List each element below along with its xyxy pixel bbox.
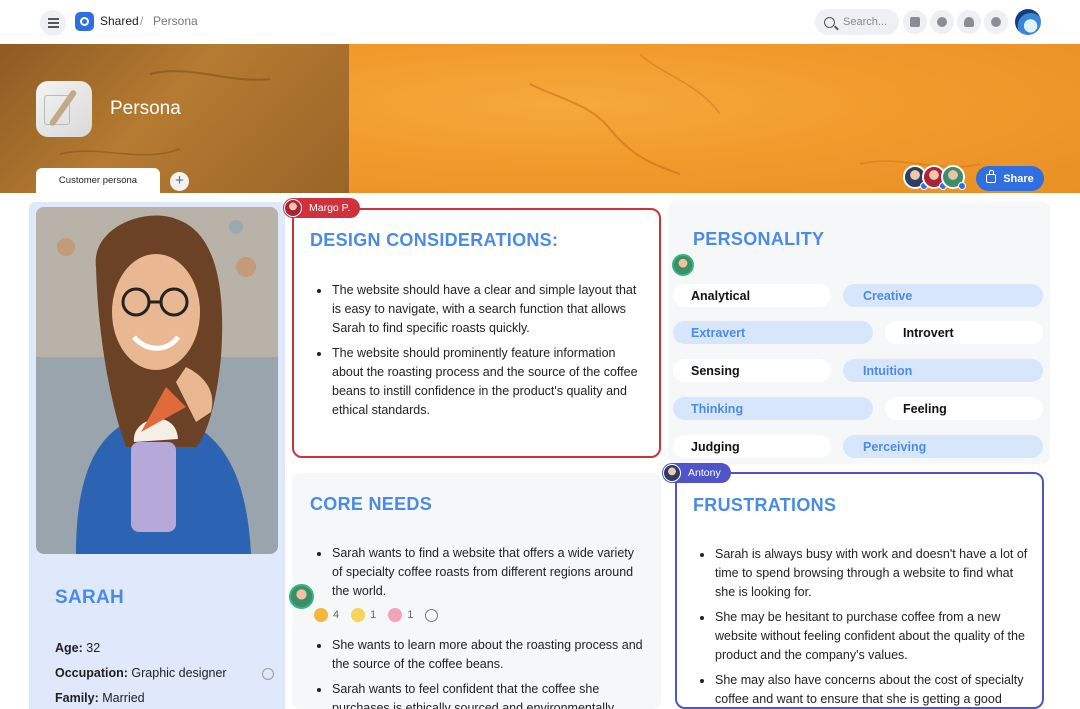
- list-item: The website should prominently feature i…: [314, 344, 644, 420]
- comment-icon[interactable]: [262, 668, 274, 680]
- occupation-field: Occupation: Graphic designer: [55, 666, 227, 680]
- list-item: Sarah wants to feel confident that the c…: [314, 680, 644, 709]
- add-reaction-icon[interactable]: [425, 608, 439, 622]
- top-bar: Shared / Persona Search...: [0, 0, 1080, 44]
- collaborator-avatar: [289, 584, 314, 609]
- age-label: Age:: [55, 641, 83, 655]
- trait-introvert[interactable]: Introvert: [885, 321, 1043, 344]
- trait-sensing[interactable]: Sensing: [673, 359, 831, 382]
- bell-icon[interactable]: [957, 10, 981, 34]
- flower-icon: [388, 608, 403, 622]
- reaction-count: 1: [370, 609, 377, 621]
- persona-thumbnail: [36, 81, 92, 137]
- reaction-thumbs-up[interactable]: 4: [314, 608, 339, 622]
- cover-banner: Persona Customer persona + Share: [0, 44, 1080, 193]
- menu-icon[interactable]: [40, 10, 66, 36]
- search-input[interactable]: Search...: [815, 9, 899, 35]
- trait-feeling[interactable]: Feeling: [885, 397, 1043, 420]
- search-placeholder: Search...: [843, 16, 888, 28]
- age-value: 32: [86, 641, 101, 655]
- reaction-count: 1: [407, 609, 414, 621]
- search-icon: [824, 16, 835, 28]
- cursor-user-name: Antony: [688, 467, 721, 479]
- trait-intuition[interactable]: Intuition: [843, 359, 1043, 382]
- list-item: She may be hesitant to purchase coffee f…: [697, 608, 1032, 665]
- design-considerations-list: The website should have a clear and simp…: [314, 281, 644, 426]
- occupation-value: Graphic designer: [131, 666, 227, 680]
- family-label: Family:: [55, 691, 99, 705]
- collaborator-avatar[interactable]: [941, 165, 966, 190]
- cursor-user-name: Margo P.: [309, 202, 351, 214]
- age-field: Age: 32: [55, 641, 100, 655]
- frustrations-title: FRUSTRATIONS: [693, 495, 837, 515]
- user-avatar[interactable]: [1015, 9, 1041, 35]
- reaction-sparkles[interactable]: 1: [351, 608, 376, 622]
- reactions-bar: 4 1 1: [314, 608, 439, 622]
- tab-customer-persona[interactable]: Customer persona: [36, 168, 160, 193]
- thumbs-up-icon: [314, 608, 328, 622]
- share-label: Share: [1003, 172, 1034, 185]
- family-value: Married: [102, 691, 145, 705]
- breadcrumb-separator: /: [140, 14, 144, 28]
- workspace-logo-icon[interactable]: [75, 12, 94, 31]
- list-item: The website should have a clear and simp…: [314, 281, 644, 338]
- design-considerations-card[interactable]: DESIGN CONSIDERATIONS: The website shoul…: [292, 208, 661, 458]
- list-item: She may also have concerns about the cos…: [697, 671, 1032, 709]
- occupation-label: Occupation:: [55, 666, 128, 680]
- trait-creative[interactable]: Creative: [843, 284, 1043, 307]
- avatar: [663, 464, 681, 482]
- list-item: Sarah wants to find a website that offer…: [314, 544, 644, 601]
- check-circle-icon[interactable]: [930, 10, 954, 34]
- frustrations-list: Sarah is always busy with work and doesn…: [697, 545, 1032, 709]
- share-button[interactable]: Share: [976, 166, 1044, 191]
- trait-analytical[interactable]: Analytical: [673, 284, 831, 307]
- avatar: [284, 199, 302, 217]
- list-item: She wants to learn more about the roasti…: [314, 636, 644, 674]
- frustrations-card[interactable]: FRUSTRATIONS Sarah is always busy with w…: [675, 472, 1044, 709]
- breadcrumb-workspace[interactable]: Shared: [100, 14, 139, 28]
- reaction-flower[interactable]: 1: [388, 608, 413, 622]
- personality-title: PERSONALITY: [693, 229, 825, 249]
- page-title: Persona: [110, 98, 181, 119]
- sparkles-icon: [351, 608, 366, 622]
- persona-photo: [36, 207, 278, 554]
- family-field: Family: Married: [55, 691, 145, 705]
- collaborator-avatar: [672, 254, 694, 276]
- help-icon[interactable]: [984, 10, 1008, 34]
- add-tab-icon[interactable]: +: [170, 172, 189, 191]
- core-needs-list: Sarah wants to find a website that offer…: [314, 544, 644, 607]
- trait-thinking[interactable]: Thinking: [673, 397, 873, 420]
- core-needs-list: She wants to learn more about the roasti…: [314, 636, 644, 709]
- pages-icon[interactable]: [903, 10, 927, 34]
- core-needs-title: CORE NEEDS: [310, 494, 433, 514]
- lock-icon: [986, 170, 997, 183]
- breadcrumb-page[interactable]: Persona: [153, 14, 198, 28]
- persona-name: SARAH: [55, 587, 125, 608]
- trait-extravert[interactable]: Extravert: [673, 321, 873, 344]
- cursor-label-margo: Margo P.: [283, 198, 361, 218]
- list-item: Sarah is always busy with work and doesn…: [697, 545, 1032, 602]
- trait-perceiving[interactable]: Perceiving: [843, 435, 1043, 458]
- reaction-count: 4: [333, 609, 340, 621]
- design-considerations-title: DESIGN CONSIDERATIONS:: [310, 230, 559, 250]
- cursor-label-antony: Antony: [662, 463, 731, 483]
- trait-judging[interactable]: Judging: [673, 435, 831, 458]
